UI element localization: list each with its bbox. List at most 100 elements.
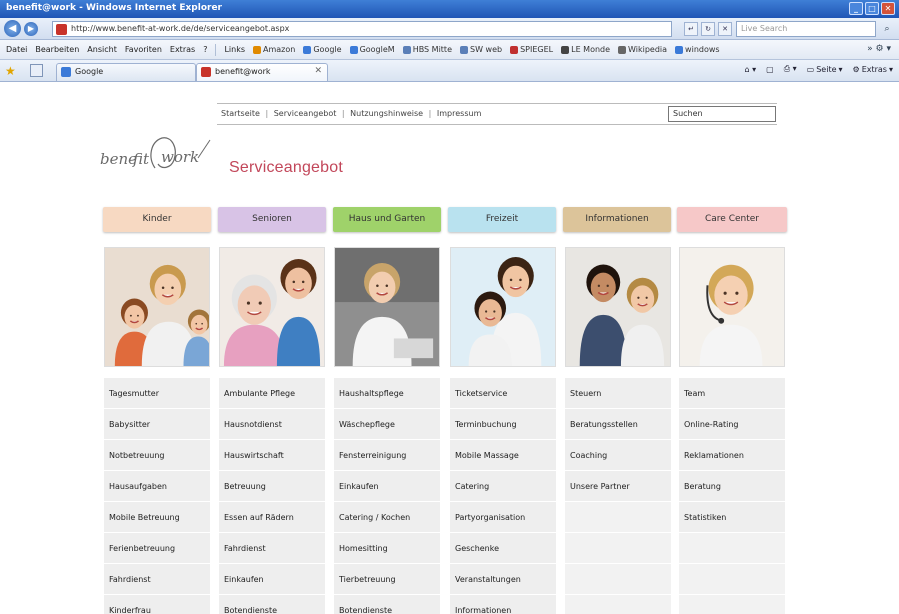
service-link[interactable]: Haushaltspflege: [334, 378, 440, 409]
service-link[interactable]: Beratungsstellen: [565, 409, 671, 440]
link-google[interactable]: Google: [299, 45, 345, 54]
links-overflow-icon[interactable]: » ⚙ ▾: [867, 44, 891, 54]
site-favicon-icon: [56, 24, 67, 35]
service-link[interactable]: Fahrdienst: [104, 564, 210, 595]
service-link[interactable]: Informationen: [450, 595, 556, 614]
maximize-button[interactable]: □: [865, 2, 879, 15]
link-amazon[interactable]: Amazon: [249, 45, 299, 54]
stop-icon[interactable]: ✕: [718, 22, 732, 36]
service-link[interactable]: Babysitter: [104, 409, 210, 440]
feeds-icon[interactable]: ▢: [766, 65, 774, 74]
link-wikipedia[interactable]: Wikipedia: [614, 45, 671, 54]
service-link[interactable]: Team: [679, 378, 785, 409]
service-link[interactable]: Botendienste: [219, 595, 325, 614]
service-link[interactable]: Fensterreinigung: [334, 440, 440, 471]
menu-bar: Datei Bearbeiten Ansicht Favoriten Extra…: [0, 40, 899, 60]
search-icon[interactable]: ⌕: [880, 22, 894, 36]
service-link[interactable]: Fahrdienst: [219, 533, 325, 564]
quick-tabs-icon[interactable]: [30, 64, 43, 77]
menu-item-tools[interactable]: Extras: [166, 45, 199, 54]
page-menu[interactable]: ▭ Seite ▾: [807, 65, 843, 74]
service-link[interactable]: Ferienbetreuung: [104, 533, 210, 564]
service-link[interactable]: Coaching: [565, 440, 671, 471]
url-field[interactable]: http://www.benefit-at-work.de/de/service…: [52, 21, 672, 37]
service-link[interactable]: Unsere Partner: [565, 471, 671, 502]
ie-page-icon: [460, 45, 468, 54]
information-photo: [565, 247, 671, 367]
menu-item-favorites[interactable]: Favoriten: [121, 45, 166, 54]
category-button-6[interactable]: Care Center: [677, 207, 787, 232]
service-cell-empty: [679, 533, 785, 564]
nav-link-serviceangebot[interactable]: Serviceangebot: [274, 109, 337, 118]
service-link[interactable]: Reklamationen: [679, 440, 785, 471]
forward-button[interactable]: ▶: [24, 22, 38, 36]
google-icon: [303, 45, 312, 54]
close-tab-icon[interactable]: ✕: [314, 66, 322, 76]
refresh-icon[interactable]: ↻: [701, 22, 715, 36]
live-search-input[interactable]: Live Search: [736, 21, 876, 37]
service-link[interactable]: Geschenke: [450, 533, 556, 564]
category-button-5[interactable]: Informationen: [563, 207, 671, 232]
service-link[interactable]: Steuern: [565, 378, 671, 409]
close-button[interactable]: ✕: [881, 2, 895, 15]
service-link[interactable]: Partyorganisation: [450, 502, 556, 533]
service-link[interactable]: Tagesmutter: [104, 378, 210, 409]
site-search-input[interactable]: Suchen: [668, 106, 776, 122]
service-link[interactable]: Kinderfrau: [104, 595, 210, 614]
window-title-bar: benefit@work - Windows Internet Explorer…: [0, 0, 899, 18]
service-link[interactable]: Hauswirtschaft: [219, 440, 325, 471]
service-link[interactable]: Wäschepflege: [334, 409, 440, 440]
category-button-2[interactable]: Senioren: [218, 207, 326, 232]
tab-google[interactable]: Google: [56, 63, 196, 81]
go-icon[interactable]: ↵: [684, 22, 698, 36]
minimize-button[interactable]: _: [849, 2, 863, 15]
home-icon[interactable]: ⌂ ▾: [744, 65, 756, 74]
nav-link-nutzungshinweise[interactable]: Nutzungshinweise: [350, 109, 423, 118]
service-link[interactable]: Hausaufgaben: [104, 471, 210, 502]
service-link[interactable]: Ticketservice: [450, 378, 556, 409]
menu-item-view[interactable]: Ansicht: [83, 45, 121, 54]
print-icon[interactable]: ⎙ ▾: [784, 64, 797, 74]
link-spiegel[interactable]: SPIEGEL: [506, 45, 557, 54]
service-link[interactable]: Einkaufen: [334, 471, 440, 502]
service-link[interactable]: Mobile Massage: [450, 440, 556, 471]
service-link[interactable]: Tierbetreuung: [334, 564, 440, 595]
benefit-at-work-logo[interactable]: bene fit work: [98, 128, 223, 176]
children-photo: [104, 247, 210, 367]
category-button-3[interactable]: Haus und Garten: [333, 207, 441, 232]
link-lemonde[interactable]: LE Monde: [557, 45, 614, 54]
service-link[interactable]: Einkaufen: [219, 564, 325, 595]
service-link[interactable]: Botendienste: [334, 595, 440, 614]
category-button-1[interactable]: Kinder: [103, 207, 211, 232]
service-link[interactable]: Homesitting: [334, 533, 440, 564]
service-link[interactable]: Statistiken: [679, 502, 785, 533]
link-googlem[interactable]: GoogleM: [346, 45, 399, 54]
service-link[interactable]: Catering / Kochen: [334, 502, 440, 533]
window-controls: _ □ ✕: [849, 2, 895, 15]
service-link[interactable]: Hausnotdienst: [219, 409, 325, 440]
link-hbs[interactable]: HBS Mitte: [399, 45, 456, 54]
favorites-star-icon[interactable]: ★: [5, 64, 19, 78]
tools-menu[interactable]: ⚙ Extras ▾: [853, 65, 893, 74]
link-swweb[interactable]: SW web: [456, 45, 506, 54]
service-link[interactable]: Catering: [450, 471, 556, 502]
tab-benefit-at-work[interactable]: benefit@work ✕: [196, 63, 328, 81]
service-link[interactable]: Mobile Betreuung: [104, 502, 210, 533]
service-link[interactable]: Online-Rating: [679, 409, 785, 440]
menu-item-help[interactable]: ?: [199, 45, 211, 54]
category-button-4[interactable]: Freizeit: [448, 207, 556, 232]
nav-link-startseite[interactable]: Startseite: [221, 109, 260, 118]
service-link[interactable]: Terminbuchung: [450, 409, 556, 440]
nav-link-impressum[interactable]: Impressum: [437, 109, 481, 118]
children-photo-image: [105, 248, 209, 366]
back-button[interactable]: ◀: [4, 20, 21, 37]
menu-item-file[interactable]: Datei: [2, 45, 31, 54]
service-link[interactable]: Ambulante Pflege: [219, 378, 325, 409]
service-link[interactable]: Essen auf Rädern: [219, 502, 325, 533]
service-link[interactable]: Notbetreuung: [104, 440, 210, 471]
service-link[interactable]: Betreuung: [219, 471, 325, 502]
link-windows[interactable]: windows: [671, 45, 724, 54]
service-link[interactable]: Beratung: [679, 471, 785, 502]
menu-item-edit[interactable]: Bearbeiten: [31, 45, 83, 54]
service-link[interactable]: Veranstaltungen: [450, 564, 556, 595]
